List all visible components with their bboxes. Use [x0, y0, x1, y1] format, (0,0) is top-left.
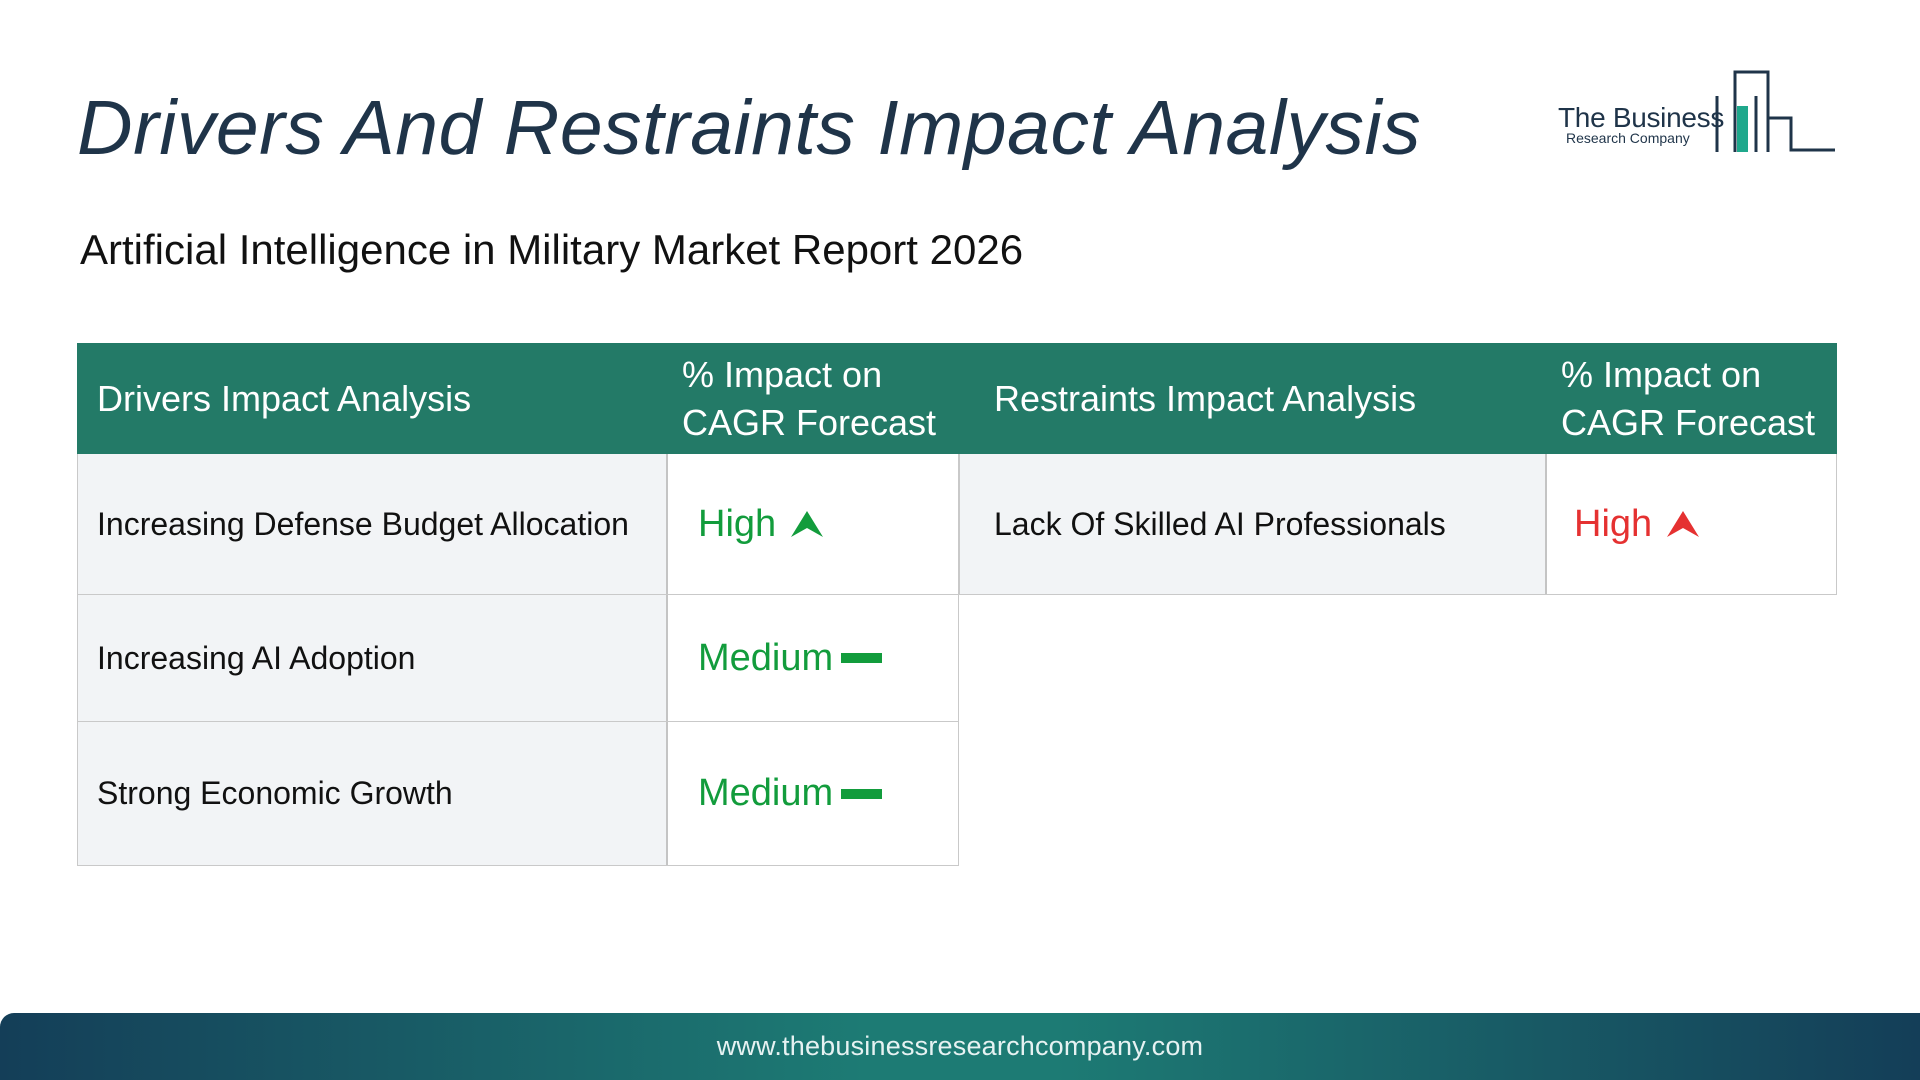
- drivers-impact-header: % Impact on CAGR Forecast: [682, 353, 937, 443]
- report-subtitle: Artificial Intelligence in Military Mark…: [80, 226, 1024, 273]
- drivers-table: Drivers Impact Analysis % Impact on CAGR…: [77, 343, 959, 866]
- restraints-header-label: Restraints Impact Analysis: [994, 377, 1417, 419]
- arrow-up-icon: [791, 511, 824, 537]
- company-logo: The Business Research Company: [1555, 66, 1837, 156]
- row-label: Lack Of Skilled AI Professionals: [960, 454, 1547, 594]
- arrow-up-icon: [1667, 511, 1700, 537]
- impact-level-text: High: [698, 502, 777, 545]
- dash-icon: [841, 653, 883, 663]
- dash-icon: [841, 788, 883, 799]
- impact-level-text: High: [1574, 502, 1653, 545]
- impact-cell: High: [1547, 454, 1836, 594]
- impact-cell: High: [668, 454, 958, 594]
- drivers-table-body: Increasing Defense Budget Allocation High…: [77, 454, 959, 866]
- logo-tagline: Research Company: [1566, 130, 1690, 146]
- table-row: Strong Economic Growth Medium: [77, 722, 959, 866]
- impact-cell: Medium: [668, 595, 958, 721]
- restraints-table: Restraints Impact Analysis % Impact on C…: [959, 343, 1837, 595]
- restraints-table-body: Lack Of Skilled AI Professionals High: [959, 454, 1837, 595]
- restraints-table-header: Restraints Impact Analysis % Impact on C…: [959, 343, 1837, 454]
- drivers-table-header: Drivers Impact Analysis % Impact on CAGR…: [77, 343, 959, 454]
- impact-cell: Medium: [668, 722, 958, 865]
- table-row: Increasing AI Adoption Medium: [77, 595, 959, 722]
- footer-bar: www.thebusinessresearchcompany.com: [0, 1013, 1920, 1080]
- footer-website-link[interactable]: www.thebusinessresearchcompany.com: [717, 1031, 1204, 1062]
- impact-level: High: [698, 503, 824, 546]
- impact-level-text: Medium: [698, 636, 834, 679]
- table-row: Increasing Defense Budget Allocation High: [77, 454, 959, 595]
- impact-level: Medium: [698, 636, 883, 680]
- row-label: Increasing Defense Budget Allocation: [78, 454, 668, 594]
- page-title: Drivers And Restraints Impact Analysis: [77, 85, 1422, 171]
- table-row: Lack Of Skilled AI Professionals High: [959, 454, 1837, 595]
- drivers-header-label: Drivers Impact Analysis: [97, 377, 472, 419]
- impact-level: High: [1574, 503, 1700, 546]
- row-label: Strong Economic Growth: [78, 722, 668, 865]
- restraints-impact-header: % Impact on CAGR Forecast: [1561, 353, 1816, 443]
- row-label: Increasing AI Adoption: [78, 595, 668, 721]
- impact-level-text: Medium: [698, 772, 834, 814]
- impact-level: Medium: [698, 772, 883, 815]
